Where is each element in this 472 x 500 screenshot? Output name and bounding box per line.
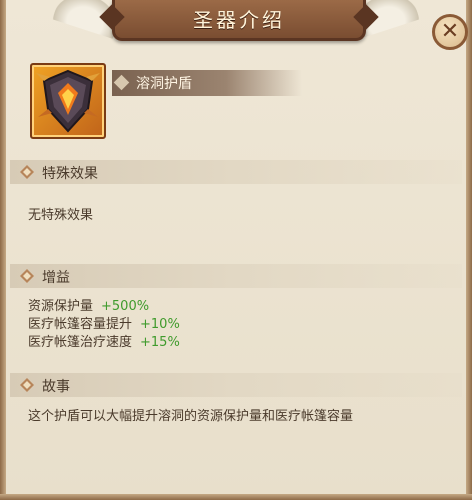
frame-edge-left [0, 0, 6, 500]
bonus-label: 医疗帐篷治疗速度 [28, 335, 133, 350]
item-name-bar: 溶洞护盾 [112, 70, 302, 96]
bonus-value: +500% [101, 299, 150, 314]
section-title-special: 特殊效果 [42, 166, 98, 182]
frame-edge-bottom [0, 494, 472, 500]
page-title: 圣器介绍 [193, 8, 285, 32]
close-button[interactable]: ✕ [432, 14, 468, 50]
item-name: 溶洞护盾 [136, 76, 192, 92]
section-diamond-icon [20, 378, 34, 392]
bonus-value: +10% [140, 317, 180, 332]
bonus-row: 资源保护量 +500% [28, 298, 149, 316]
special-effect-text: 无特殊效果 [28, 208, 94, 223]
section-header-story: 故事 [10, 373, 462, 397]
frame-edge-right [466, 0, 472, 500]
bonus-label: 资源保护量 [28, 299, 94, 314]
section-diamond-icon [20, 165, 34, 179]
section-header-bonus: 增益 [10, 264, 462, 288]
bonus-row: 医疗帐篷治疗速度 +15% [28, 334, 180, 352]
title-banner: 圣器介绍 [112, 0, 366, 41]
section-title-bonus: 增益 [42, 270, 70, 286]
story-text: 这个护盾可以大幅提升溶洞的资源保护量和医疗帐篷容量 [28, 409, 354, 424]
shield-icon [30, 63, 106, 139]
bonus-value: +15% [140, 335, 180, 350]
section-title-story: 故事 [42, 379, 70, 395]
close-icon: ✕ [440, 19, 460, 44]
section-header-special: 特殊效果 [10, 160, 462, 184]
bonus-label: 医疗帐篷容量提升 [28, 317, 133, 332]
bonus-row: 医疗帐篷容量提升 +10% [28, 316, 180, 334]
diamond-icon [113, 74, 130, 91]
section-diamond-icon [20, 269, 34, 283]
